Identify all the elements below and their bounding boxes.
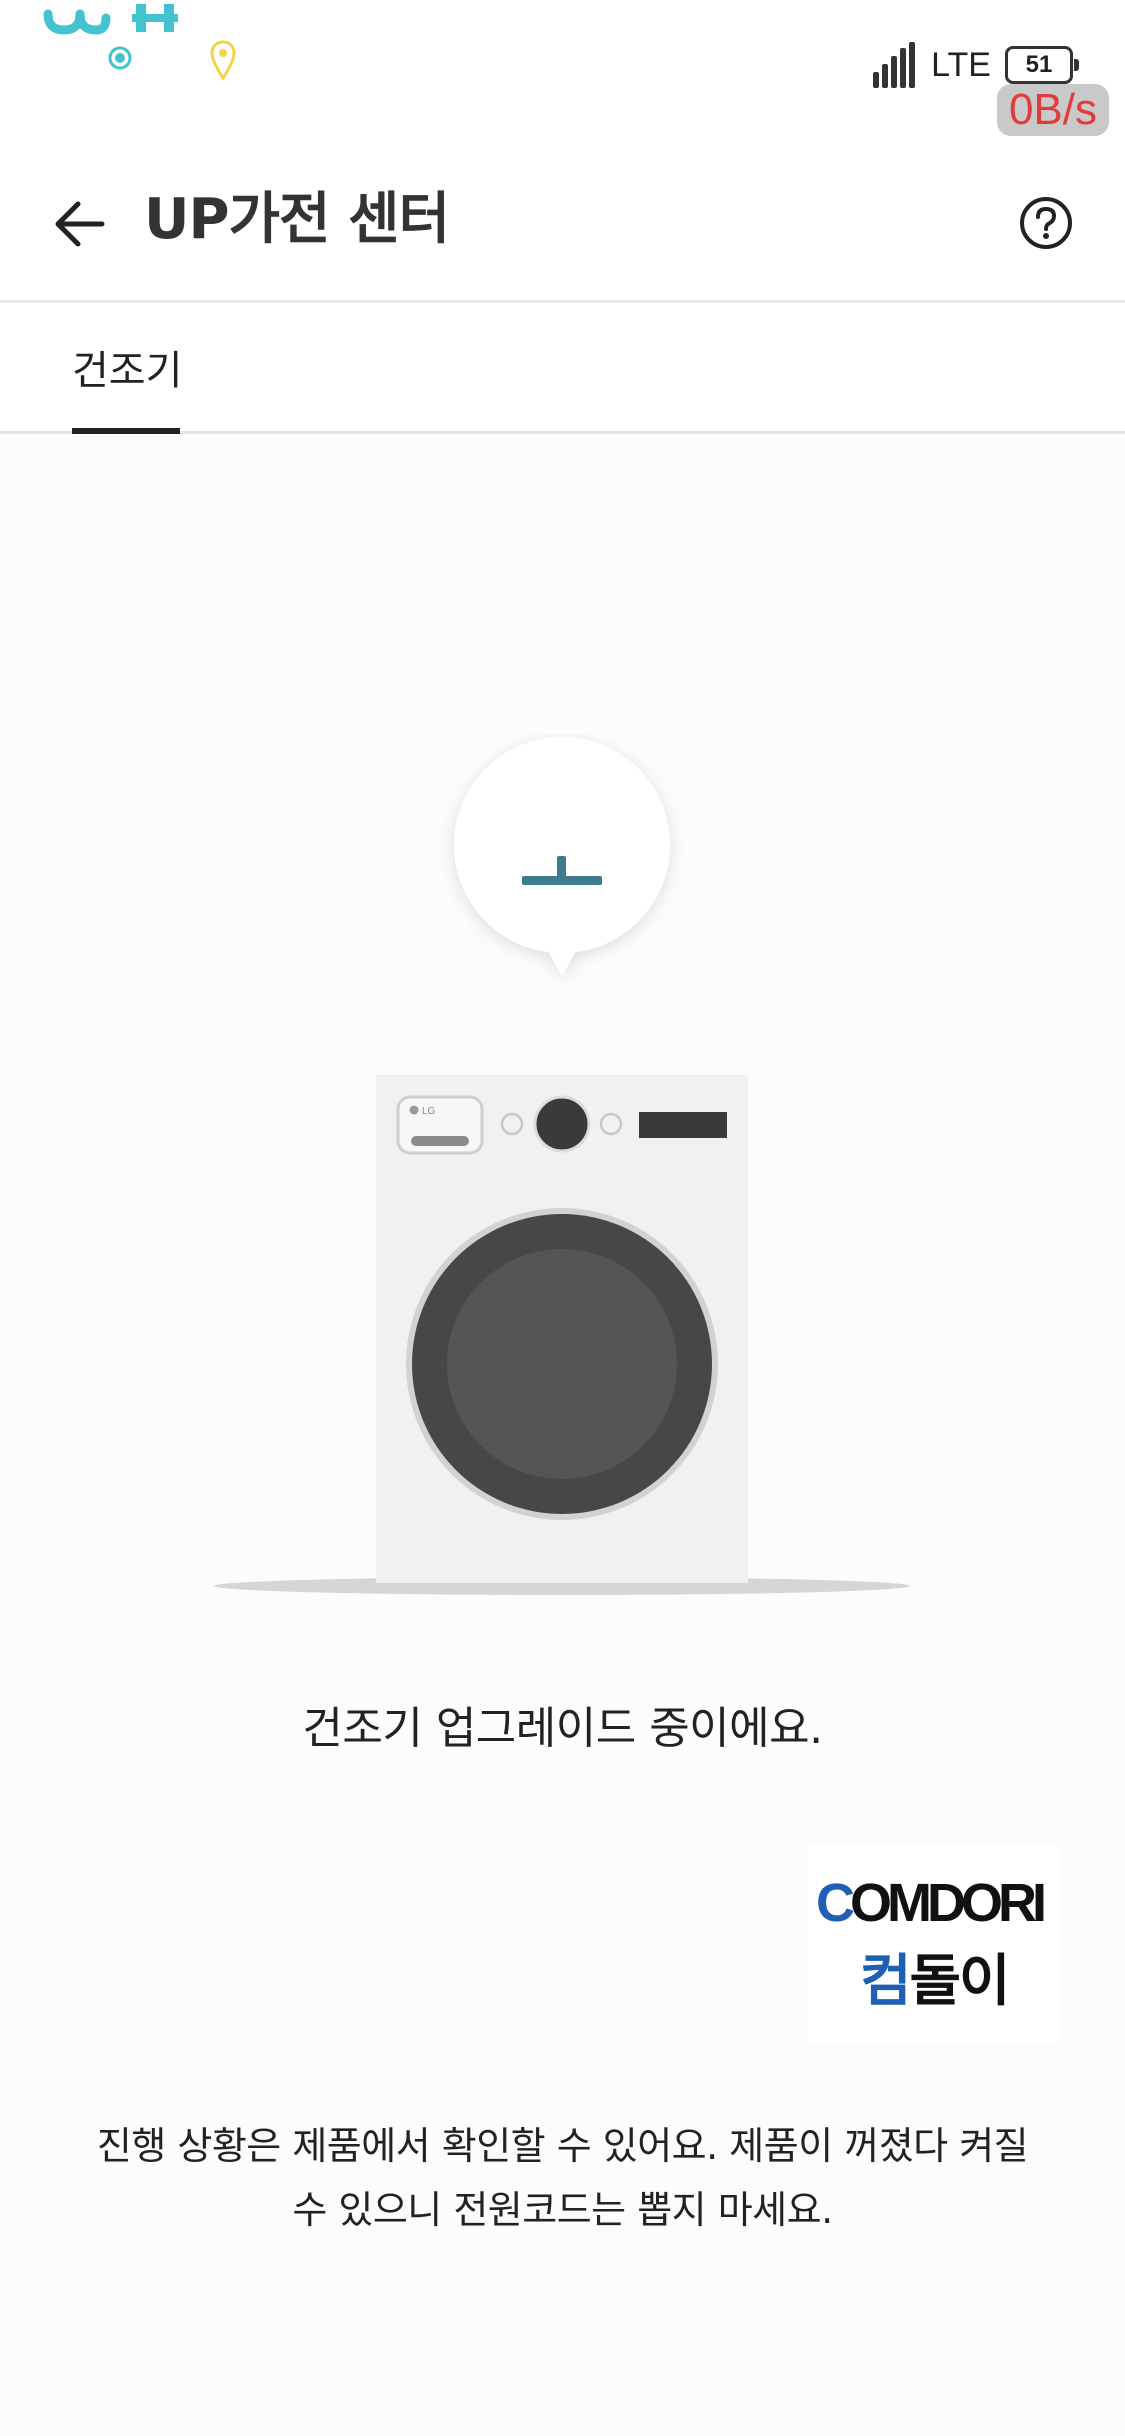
battery-icon: 51 xyxy=(1005,46,1079,84)
status-bar: LTE 51 0B/s xyxy=(0,0,1125,140)
watermark-text-en: COMDORI xyxy=(816,1873,1047,1933)
lg-logo-text: LG xyxy=(422,1106,436,1117)
network-speed: 0B/s xyxy=(996,84,1109,136)
notice-line-1: 진행 상황은 제품에서 확인할 수 있어요. 제품이 꺼졌다 켜질 xyxy=(96,2124,1029,2168)
dryer-drum xyxy=(447,1249,677,1479)
signal-icon xyxy=(873,42,916,88)
dryer-illustration: LG xyxy=(214,737,910,1595)
main-content: LG 건조기 업그레이드 중이에요. COMDORI 컴돌이 진행 상황은 제품… xyxy=(0,434,1125,2436)
question-circle-icon xyxy=(1020,197,1072,249)
app-bar: UP가전 센터 xyxy=(0,140,1125,303)
back-button[interactable] xyxy=(40,184,120,264)
location-pin-icon xyxy=(210,40,236,81)
tab-bar: 건조기 xyxy=(0,303,1125,434)
tab-dryer[interactable]: 건조기 xyxy=(72,303,182,431)
watermark-logo: COMDORI 컴돌이 xyxy=(808,1844,1058,2044)
network-type: LTE xyxy=(931,45,991,84)
notice-line-2: 수 있으니 전원코드는 뽑지 마세요. xyxy=(292,2188,833,2232)
arrow-left-icon xyxy=(55,201,105,247)
upgrade-notice: 진행 상황은 제품에서 확인할 수 있어요. 제품이 꺼졌다 켜질 수 있으니 … xyxy=(60,2114,1065,2242)
page-title: UP가전 센터 xyxy=(144,187,450,252)
watermark-text-ko: 컴돌이 xyxy=(860,1949,1011,2014)
battery-level: 51 xyxy=(1025,51,1053,78)
status-indicators: LTE 51 xyxy=(873,40,1087,90)
upgrade-status-message: 건조기 업그레이드 중이에요. xyxy=(302,1703,823,1754)
help-button[interactable] xyxy=(1003,180,1089,266)
